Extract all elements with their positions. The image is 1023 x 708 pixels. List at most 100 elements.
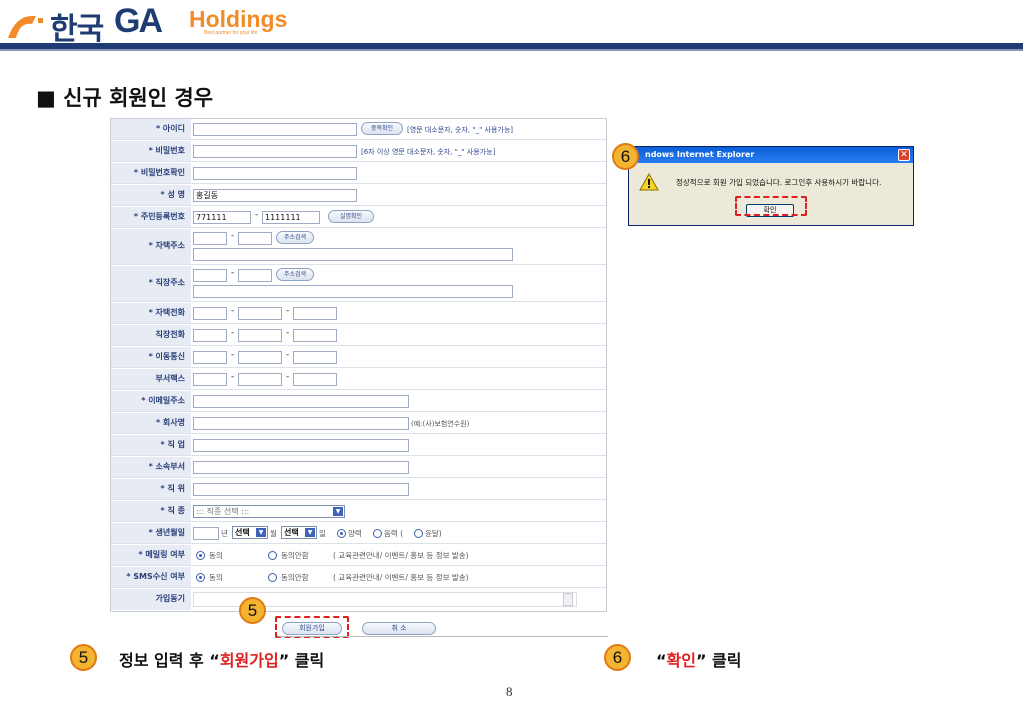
mobile-2-input[interactable] bbox=[238, 351, 282, 364]
resident-no-front-input[interactable]: 771111 bbox=[193, 211, 251, 224]
step-5-caption-pre: 정보 입력 후 “ bbox=[119, 651, 220, 670]
password-confirm-input[interactable] bbox=[193, 167, 357, 180]
work-address-input[interactable] bbox=[193, 285, 513, 298]
row-job-type: * 직 종 ::: 직종 선택 ::: ▼ bbox=[111, 501, 606, 522]
dialog-message: 정상적으로 회원 가입 되었습니다. 로그인후 사용하시기 바랍니다. bbox=[676, 178, 882, 187]
logo-holdings: Holdings bbox=[189, 6, 288, 32]
caption-divider bbox=[278, 636, 608, 637]
position-input[interactable] bbox=[193, 483, 409, 496]
fax-1-input[interactable] bbox=[193, 373, 227, 386]
sms-consent-label: * SMS수신 여부 bbox=[111, 567, 191, 587]
join-highlight-box bbox=[275, 616, 349, 638]
fax-label: 부서팩스 bbox=[111, 369, 191, 389]
job-input[interactable] bbox=[193, 439, 409, 452]
resident-no-back-input[interactable]: 1111111 bbox=[262, 211, 320, 224]
home-address-input[interactable] bbox=[193, 248, 513, 261]
work-phone-1-input[interactable] bbox=[193, 329, 227, 342]
job-type-label: * 직 종 bbox=[111, 501, 191, 521]
password-confirm-label: * 비밀번호확인 bbox=[111, 163, 191, 183]
row-company: * 회사명 (예:(사)보험연수원) bbox=[111, 413, 606, 434]
step-6-caption-pre: “ bbox=[656, 651, 667, 670]
signup-form: * 아이디 중복확인 [영문 대소문자, 숫자, "_" 사용가능] * 비밀번… bbox=[110, 118, 607, 612]
birth-year-input[interactable] bbox=[193, 527, 219, 540]
chevron-down-icon: ▼ bbox=[256, 528, 266, 537]
password-hint: [6자 이상 영문 대소문자, 숫자, "_" 사용가능] bbox=[361, 148, 496, 156]
email-label: * 이메일주소 bbox=[111, 391, 191, 411]
step-5-caption-badge: 5 bbox=[70, 644, 97, 671]
mail-disagree-radio[interactable] bbox=[268, 551, 277, 560]
ok-highlight-box bbox=[735, 196, 807, 216]
work-zip1-input[interactable] bbox=[193, 269, 227, 282]
mail-agree-radio[interactable] bbox=[196, 551, 205, 560]
mail-consent-label: * 메일링 여부 bbox=[111, 545, 191, 565]
real-name-check-button[interactable]: 실명확인 bbox=[328, 210, 374, 223]
section-title: ■ 신규 회원인 경우 bbox=[36, 86, 214, 110]
solar-label: 양력 bbox=[348, 529, 362, 538]
home-zip1-input[interactable] bbox=[193, 232, 227, 245]
mail-agree-label: 동의 bbox=[209, 551, 223, 560]
birth-month-selected: 선택 bbox=[235, 528, 250, 537]
motive-label: 가입동기 bbox=[111, 589, 191, 610]
scrollbar[interactable] bbox=[563, 593, 573, 606]
password-input[interactable] bbox=[193, 145, 357, 158]
work-phone-label: 직장전화 bbox=[111, 325, 191, 345]
row-position: * 직 위 bbox=[111, 479, 606, 500]
close-icon[interactable]: ✕ bbox=[898, 149, 910, 161]
sms-agree-label: 동의 bbox=[209, 573, 223, 582]
work-phone-2-input[interactable] bbox=[238, 329, 282, 342]
home-phone-2-input[interactable] bbox=[238, 307, 282, 320]
company-hint: (예:(사)보험연수원) bbox=[411, 420, 470, 428]
leap-month-label: 윤달) bbox=[425, 529, 442, 538]
step-5-caption-post: ” 클릭 bbox=[278, 651, 325, 670]
logo-ga: GA bbox=[114, 2, 163, 40]
logo-swoosh-icon bbox=[8, 15, 43, 38]
leap-month-radio[interactable] bbox=[414, 529, 423, 538]
birth-month-select[interactable]: 선택 ▼ bbox=[232, 526, 268, 539]
home-address-search-button[interactable]: 주소검색 bbox=[276, 231, 314, 244]
mobile-1-input[interactable] bbox=[193, 351, 227, 364]
department-input[interactable] bbox=[193, 461, 409, 474]
work-address-search-button[interactable]: 주소검색 bbox=[276, 268, 314, 281]
department-label: * 소속부서 bbox=[111, 457, 191, 477]
step-6-caption-post: ” 클릭 bbox=[695, 651, 742, 670]
work-zip2-input[interactable] bbox=[238, 269, 272, 282]
company-input[interactable] bbox=[193, 417, 409, 430]
fax-dash-1: - bbox=[231, 372, 235, 382]
header-rule bbox=[0, 43, 1023, 51]
name-input[interactable]: 홍길동 bbox=[193, 189, 357, 202]
sms-agree-radio[interactable] bbox=[196, 573, 205, 582]
id-label: * 아이디 bbox=[111, 119, 191, 139]
home-zip2-input[interactable] bbox=[238, 232, 272, 245]
resident-no-label: * 주민등록번호 bbox=[111, 207, 191, 227]
fax-2-input[interactable] bbox=[238, 373, 282, 386]
job-label: * 직 업 bbox=[111, 435, 191, 455]
position-label: * 직 위 bbox=[111, 479, 191, 499]
solar-radio[interactable] bbox=[337, 529, 346, 538]
row-home-address: * 자택주소 - 주소검색 bbox=[111, 229, 606, 265]
job-type-select[interactable]: ::: 직종 선택 ::: ▼ bbox=[193, 505, 345, 518]
password-label: * 비밀번호 bbox=[111, 141, 191, 161]
sms-disagree-label: 동의안함 bbox=[281, 573, 309, 582]
lunar-radio[interactable] bbox=[373, 529, 382, 538]
home-address-label: * 자택주소 bbox=[111, 229, 191, 264]
duplicate-check-button[interactable]: 중복확인 bbox=[361, 122, 403, 135]
name-label: * 성 명 bbox=[111, 185, 191, 205]
work-phone-dash-2: - bbox=[286, 328, 290, 338]
work-phone-dash-1: - bbox=[231, 328, 235, 338]
fax-3-input[interactable] bbox=[293, 373, 337, 386]
row-sms-consent: * SMS수신 여부 동의 동의안함 ( 교육관련안내/ 이벤트/ 홍보 등 정… bbox=[111, 567, 606, 588]
mobile-3-input[interactable] bbox=[293, 351, 337, 364]
mobile-label: * 이동통신 bbox=[111, 347, 191, 367]
sms-disagree-radio[interactable] bbox=[268, 573, 277, 582]
id-input[interactable] bbox=[193, 123, 357, 136]
row-work-address: * 직장주소 - 주소검색 bbox=[111, 266, 606, 302]
home-phone-1-input[interactable] bbox=[193, 307, 227, 320]
email-input[interactable] bbox=[193, 395, 409, 408]
work-phone-3-input[interactable] bbox=[293, 329, 337, 342]
row-id: * 아이디 중복확인 [영문 대소문자, 숫자, "_" 사용가능] bbox=[111, 119, 606, 140]
home-phone-3-input[interactable] bbox=[293, 307, 337, 320]
cancel-button[interactable]: 취 소 bbox=[362, 622, 436, 635]
warning-icon bbox=[639, 173, 659, 191]
birth-day-select[interactable]: 선택 ▼ bbox=[281, 526, 317, 539]
dialog-title: ndows Internet Explorer bbox=[629, 147, 913, 163]
